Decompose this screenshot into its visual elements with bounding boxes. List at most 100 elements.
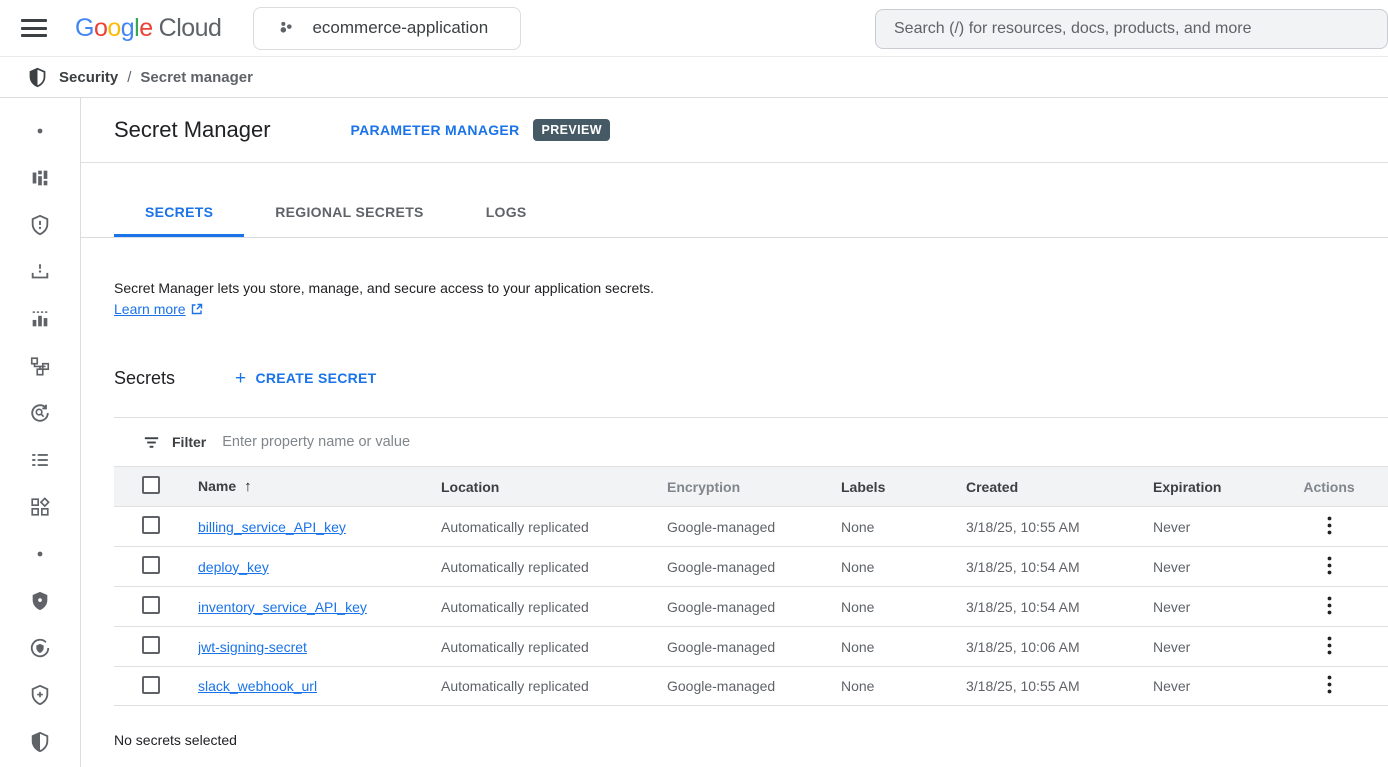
sidebar-item-2[interactable] <box>28 166 52 190</box>
filter-bar[interactable]: Filter <box>114 418 1388 466</box>
dot-icon <box>28 119 52 143</box>
breadcrumb-page: Secret manager <box>140 69 253 86</box>
header-location[interactable]: Location <box>441 479 667 495</box>
filter-label: Filter <box>172 434 206 450</box>
table-row: slack_webhook_url Automatically replicat… <box>114 666 1388 706</box>
external-link-icon <box>190 302 204 316</box>
row-actions-button[interactable] <box>1321 514 1338 540</box>
kebab-menu-icon <box>1327 516 1332 535</box>
shield-plus-icon <box>29 684 51 706</box>
header-encryption[interactable]: Encryption <box>667 479 841 495</box>
filter-input[interactable] <box>222 434 1388 450</box>
sidebar-item-6[interactable] <box>28 354 52 378</box>
row-checkbox[interactable] <box>142 556 160 574</box>
sidebar-item-9[interactable] <box>28 495 52 519</box>
shield-circle-icon <box>29 637 51 659</box>
header-labels[interactable]: Labels <box>841 479 966 495</box>
secret-location: Automatically replicated <box>441 559 667 575</box>
logo-letter: G <box>75 14 94 43</box>
sidebar-item-12[interactable] <box>28 636 52 660</box>
menu-icon[interactable] <box>21 19 47 37</box>
tab-secrets[interactable]: SECRETS <box>114 190 244 237</box>
row-actions-button[interactable] <box>1321 634 1338 660</box>
secret-labels: None <box>841 599 966 615</box>
secret-name-link[interactable]: slack_webhook_url <box>198 678 317 694</box>
sidebar-item-5[interactable] <box>28 307 52 331</box>
header-created[interactable]: Created <box>966 479 1153 495</box>
row-actions-button[interactable] <box>1321 594 1338 620</box>
sidebar-item-1[interactable] <box>28 119 52 143</box>
sidebar-item-4[interactable] <box>28 260 52 284</box>
project-selector-button[interactable]: ecommerce-application <box>253 7 521 50</box>
list-icon <box>29 449 51 471</box>
tray-alert-icon <box>29 261 51 283</box>
logo-letter: e <box>139 14 152 43</box>
page-description: Secret Manager lets you store, manage, a… <box>114 278 1355 298</box>
header-name[interactable]: Name↑ <box>198 478 441 495</box>
secret-location: Automatically replicated <box>441 639 667 655</box>
row-checkbox[interactable] <box>142 516 160 534</box>
security-shield-icon <box>27 67 48 88</box>
create-secret-button[interactable]: + CREATE SECRET <box>235 369 377 388</box>
project-icon <box>276 17 298 39</box>
learn-more-link[interactable]: Learn more <box>114 301 186 317</box>
row-actions-button[interactable] <box>1321 554 1338 580</box>
row-checkbox[interactable] <box>142 636 160 654</box>
tab-regional-secrets[interactable]: REGIONAL SECRETS <box>244 190 454 237</box>
sidebar-item-10[interactable] <box>28 542 52 566</box>
select-all-checkbox[interactable] <box>142 476 160 494</box>
secret-encryption: Google-managed <box>667 559 841 575</box>
breadcrumb-section[interactable]: Security <box>59 69 118 86</box>
kebab-menu-icon <box>1327 556 1332 575</box>
secret-created: 3/18/25, 10:06 AM <box>966 639 1153 655</box>
tab-logs[interactable]: LOGS <box>455 190 558 237</box>
header-expiration[interactable]: Expiration <box>1153 479 1278 495</box>
row-actions-button[interactable] <box>1321 673 1338 699</box>
sidebar-item-14[interactable] <box>28 730 52 754</box>
logo-letter: g <box>121 14 134 43</box>
kebab-menu-icon <box>1327 675 1332 694</box>
row-checkbox[interactable] <box>142 596 160 614</box>
global-search[interactable] <box>875 9 1388 49</box>
sidebar-item-3[interactable] <box>28 213 52 237</box>
secret-encryption: Google-managed <box>667 678 841 694</box>
secret-name-link[interactable]: jwt-signing-secret <box>198 639 307 655</box>
sidebar-item-8[interactable] <box>28 448 52 472</box>
sidebar-item-7[interactable] <box>28 401 52 425</box>
secret-location: Automatically replicated <box>441 678 667 694</box>
plus-icon: + <box>235 369 246 388</box>
sort-ascending-icon: ↑ <box>244 478 252 495</box>
secret-expiration: Never <box>1153 519 1278 535</box>
title-row: Secret Manager PARAMETER MANAGER PREVIEW <box>81 98 1388 163</box>
secret-name-link[interactable]: billing_service_API_key <box>198 519 346 535</box>
google-cloud-logo[interactable]: Google Cloud <box>75 14 221 43</box>
parameter-manager-link[interactable]: PARAMETER MANAGER <box>351 122 520 138</box>
secret-name-link[interactable]: deploy_key <box>198 559 269 575</box>
secret-name-link[interactable]: inventory_service_API_key <box>198 599 367 615</box>
secrets-table: Filter Name↑ Location Encryption Labels … <box>114 417 1388 706</box>
secret-labels: None <box>841 639 966 655</box>
tab-bar: SECRETS REGIONAL SECRETS LOGS <box>81 190 1388 238</box>
shield-exclamation-icon <box>29 214 51 236</box>
table-row: deploy_key Automatically replicated Goog… <box>114 546 1388 586</box>
secret-created: 3/18/25, 10:55 AM <box>966 678 1153 694</box>
secret-encryption: Google-managed <box>667 599 841 615</box>
logo-letter: o <box>107 14 120 43</box>
secret-location: Automatically replicated <box>441 599 667 615</box>
search-input[interactable] <box>894 20 1369 38</box>
table-row: billing_service_API_key Automatically re… <box>114 506 1388 546</box>
sidebar-item-13[interactable] <box>28 683 52 707</box>
kebab-menu-icon <box>1327 596 1332 615</box>
row-checkbox[interactable] <box>142 676 160 694</box>
grid-diamond-icon <box>29 496 51 518</box>
kebab-menu-icon <box>1327 636 1332 655</box>
project-name: ecommerce-application <box>312 18 488 38</box>
secret-labels: None <box>841 519 966 535</box>
secret-expiration: Never <box>1153 678 1278 694</box>
secret-expiration: Never <box>1153 599 1278 615</box>
dot-icon <box>28 542 52 566</box>
sidebar-item-11[interactable] <box>28 589 52 613</box>
preview-badge: PREVIEW <box>533 119 609 141</box>
secrets-heading: Secrets <box>114 368 175 389</box>
secret-expiration: Never <box>1153 639 1278 655</box>
